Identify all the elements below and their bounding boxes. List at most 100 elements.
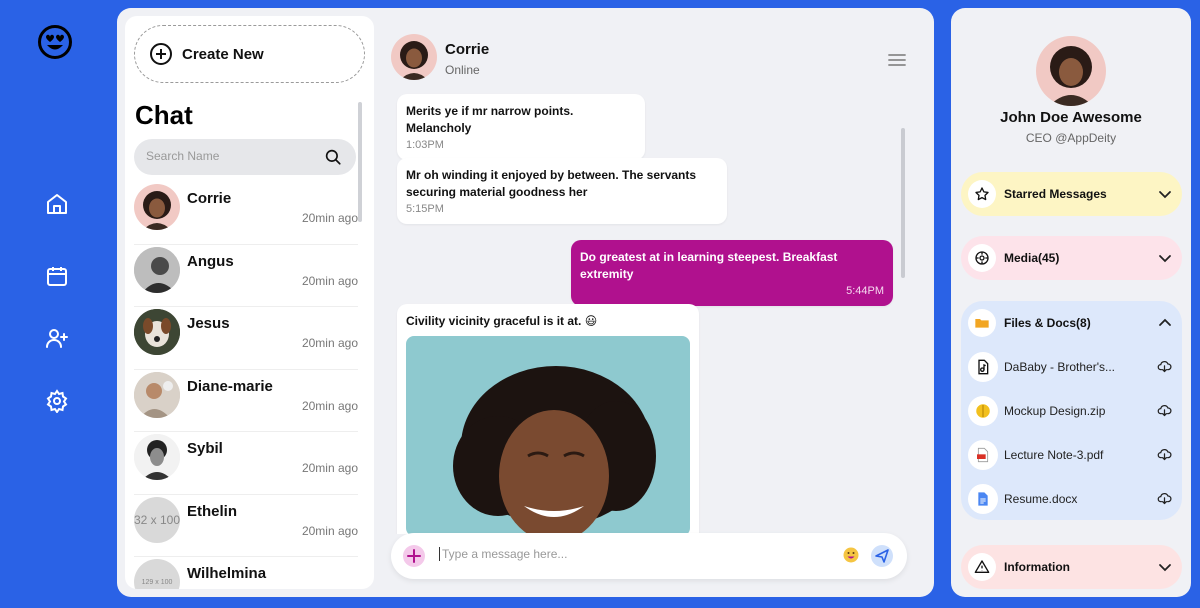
contact-time: 20min ago bbox=[301, 523, 358, 538]
download-cloud-icon[interactable] bbox=[1157, 491, 1172, 506]
starred-messages-label: Starred Messages bbox=[1004, 187, 1107, 201]
media-section[interactable]: Media(45) bbox=[961, 236, 1182, 280]
conversation-name: Corrie bbox=[445, 41, 490, 58]
contact-item-sybil[interactable]: Sybil 20min ago bbox=[134, 432, 358, 495]
avatar bbox=[134, 309, 180, 355]
conversation-panel: Corrie Online Merits ye if mr narrow poi… bbox=[389, 8, 909, 597]
chat-list-scrollbar[interactable] bbox=[358, 102, 362, 222]
file-item[interactable]: DaBaby - Brother's... bbox=[961, 345, 1182, 389]
file-name: DaBaby - Brother's... bbox=[1004, 360, 1115, 374]
contact-item-jesus[interactable]: Jesus 20min ago bbox=[134, 307, 358, 370]
avatar-placeholder: 32 x 100 bbox=[134, 496, 180, 543]
profile-panel: John Doe Awesome CEO @AppDeity Starred M… bbox=[951, 8, 1191, 597]
hamburger-menu-icon[interactable] bbox=[887, 52, 907, 68]
pdf-file-icon bbox=[968, 440, 998, 470]
starred-messages-section[interactable]: Starred Messages bbox=[961, 172, 1182, 216]
contact-name: Sybil bbox=[187, 440, 223, 457]
contact-item-ethelin[interactable]: 32 x 100 Ethelin 20min ago bbox=[134, 495, 358, 557]
message-photo[interactable] bbox=[406, 336, 690, 534]
profile-role: CEO @AppDeity bbox=[1025, 131, 1117, 145]
information-label: Information bbox=[1004, 560, 1070, 574]
file-item[interactable]: Mockup Design.zip bbox=[961, 389, 1182, 433]
send-icon[interactable] bbox=[871, 545, 893, 567]
contact-item-angus[interactable]: Angus 20min ago bbox=[134, 245, 358, 307]
create-new-label: Create New bbox=[182, 45, 264, 63]
message-list: Merits ye if mr narrow points. Melanchol… bbox=[389, 92, 909, 534]
message-text: Merits ye if mr narrow points. Melanchol… bbox=[406, 104, 574, 135]
search-input[interactable] bbox=[146, 149, 316, 163]
home-icon[interactable] bbox=[45, 192, 69, 216]
download-cloud-icon[interactable] bbox=[1157, 403, 1172, 418]
add-attachment-icon[interactable] bbox=[403, 545, 425, 567]
contact-name: Corrie bbox=[187, 190, 232, 207]
file-name: Resume.docx bbox=[1004, 492, 1078, 506]
message-input[interactable] bbox=[439, 547, 819, 561]
settings-gear-icon[interactable] bbox=[45, 389, 69, 413]
contact-item-corrie[interactable]: Corrie 20min ago bbox=[134, 182, 358, 245]
zip-file-icon bbox=[968, 396, 998, 426]
files-docs-label: Files & Docs(8) bbox=[1004, 316, 1091, 330]
conversation-scrollbar[interactable] bbox=[901, 128, 905, 278]
contact-name: Ethelin bbox=[187, 502, 238, 520]
avatar-placeholder: 129 x 100 bbox=[134, 559, 180, 589]
message-bubble-outgoing[interactable]: Do greatest at in learning steepest. Bre… bbox=[571, 240, 893, 306]
file-item[interactable]: Lecture Note-3.pdf bbox=[961, 433, 1182, 477]
avatar bbox=[134, 434, 180, 480]
search-bar bbox=[134, 139, 356, 175]
conversation-status: Online bbox=[445, 63, 480, 77]
profile-name: John Doe Awesome bbox=[1000, 109, 1142, 126]
contact-time: 20min ago bbox=[301, 398, 358, 413]
message-text: Civility vicinity graceful is it at. 😃 bbox=[406, 314, 598, 328]
profile-avatar[interactable] bbox=[1036, 36, 1106, 106]
message-bubble[interactable]: Mr oh winding it enjoyed by between. The… bbox=[397, 158, 727, 224]
message-text: Do greatest at in learning steepest. Bre… bbox=[580, 250, 838, 281]
contact-time: 20min ago bbox=[301, 211, 358, 225]
contact-item-diane-marie[interactable]: Diane-marie 20min ago bbox=[134, 370, 358, 432]
download-cloud-icon[interactable] bbox=[1157, 359, 1172, 374]
message-time: 5:15PM bbox=[406, 203, 444, 215]
message-bubble[interactable]: Merits ye if mr narrow points. Melanchol… bbox=[397, 94, 645, 160]
contact-name: Diane-marie bbox=[187, 377, 273, 395]
contact-name: Angus bbox=[187, 252, 234, 270]
avatar bbox=[134, 246, 180, 293]
warning-icon bbox=[968, 553, 996, 581]
create-new-button[interactable]: Create New bbox=[134, 25, 365, 83]
message-time: 5:44PM bbox=[846, 285, 884, 297]
information-section[interactable]: Information bbox=[961, 545, 1182, 589]
message-bubble-image[interactable]: Civility vicinity graceful is it at. 😃 bbox=[397, 304, 699, 534]
contact-name: Jesus bbox=[187, 315, 230, 332]
avatar bbox=[134, 184, 180, 230]
calendar-icon[interactable] bbox=[45, 264, 69, 288]
chevron-down-icon[interactable] bbox=[1158, 560, 1172, 574]
message-time: 1:03PM bbox=[406, 139, 444, 151]
add-user-icon[interactable] bbox=[45, 326, 69, 350]
download-cloud-icon[interactable] bbox=[1157, 447, 1172, 462]
star-icon bbox=[968, 180, 996, 208]
media-label: Media(45) bbox=[1004, 251, 1060, 265]
plus-circle-icon bbox=[150, 43, 172, 65]
media-icon bbox=[968, 244, 996, 272]
conversation-avatar[interactable] bbox=[391, 34, 437, 80]
contact-name: Wilhelmina bbox=[187, 565, 267, 582]
files-docs-header[interactable]: Files & Docs(8) bbox=[961, 301, 1182, 345]
main-panel: Create New Chat Corrie 20min ago Angu bbox=[117, 8, 934, 597]
avatar bbox=[134, 371, 180, 418]
chat-list-title: Chat bbox=[135, 100, 193, 130]
file-name: Lecture Note-3.pdf bbox=[1004, 448, 1104, 462]
file-item[interactable]: Resume.docx bbox=[961, 477, 1182, 521]
chevron-down-icon[interactable] bbox=[1158, 187, 1172, 201]
emoji-icon[interactable] bbox=[843, 547, 859, 563]
folder-icon bbox=[968, 309, 996, 337]
search-icon[interactable] bbox=[324, 148, 342, 166]
nav-rail bbox=[0, 0, 112, 608]
chevron-down-icon[interactable] bbox=[1158, 251, 1172, 265]
contact-list: Corrie 20min ago Angus 20min ago Jesus 2… bbox=[134, 182, 358, 589]
contact-item-wilhelmina[interactable]: 129 x 100 Wilhelmina bbox=[134, 557, 358, 589]
file-name: Mockup Design.zip bbox=[1004, 404, 1106, 418]
files-docs-section: Files & Docs(8) DaBaby - Brother's... Mo… bbox=[961, 301, 1182, 520]
doc-file-icon bbox=[968, 484, 998, 514]
contact-time: 20min ago bbox=[301, 336, 358, 350]
chevron-up-icon[interactable] bbox=[1158, 316, 1172, 330]
smiling-face-with-heart-eyes-icon[interactable] bbox=[37, 24, 73, 60]
chat-list-panel: Create New Chat Corrie 20min ago Angu bbox=[125, 16, 374, 589]
